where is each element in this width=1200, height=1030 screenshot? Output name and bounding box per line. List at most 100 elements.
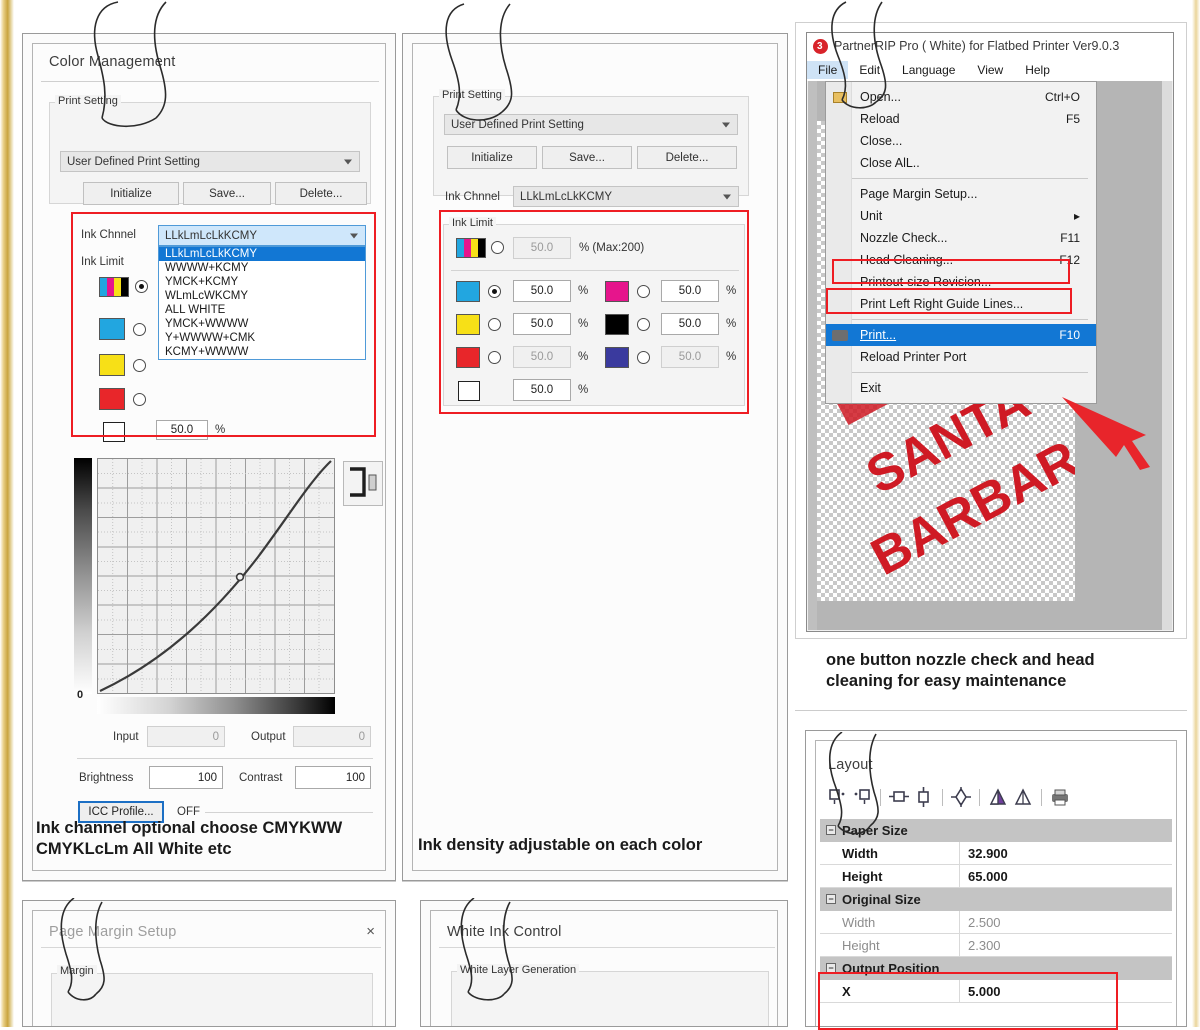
menu-item-reload-printer-port[interactable]: Reload Printer Port [826,346,1096,368]
tone-curve-plot[interactable] [97,458,335,694]
output-label: Output [251,731,286,743]
ink-channel-combo[interactable]: LLkLmLcLkKCMY [158,225,366,246]
menu-item-unit[interactable]: Unit ▸ [826,205,1096,227]
swatch-cyan [99,318,125,340]
ink-channel-value-2: LLkLmLcLkKCMY [520,190,613,203]
menu-item-print-guide-lines[interactable]: Print Left Right Guide Lines... [826,293,1096,315]
section-header-output-position[interactable]: − Output Position [820,957,1172,980]
ruler-left [808,81,817,630]
icc-state-label: OFF [177,806,200,818]
menu-item-nozzle-check[interactable]: Nozzle Check... F11 [826,227,1096,249]
swatch-yellow [99,354,125,376]
composite-limit-field[interactable]: 50.0 [513,237,571,259]
menu-item-close-all[interactable]: Close AlL.. [826,152,1096,174]
menu-item-printout-size-label: Printout-size Revision... [860,275,992,289]
ink-limit-value-white[interactable]: 50.0 [156,420,208,440]
ink-limit-radio-cyan[interactable] [133,323,146,336]
dropdown-option-3[interactable]: WLmLcWKCMY [159,289,365,303]
annotation-scribble-panel3 [831,1,887,109]
menu-item-unit-label: Unit [860,209,883,223]
menu-item-exit[interactable]: Exit [826,377,1096,399]
swatch-white-2 [458,381,480,401]
ink-value-yellow[interactable]: 50.0 [513,313,571,335]
ink-value-white[interactable]: 50.0 [513,379,571,401]
dropdown-option-1[interactable]: WWWW+KCMY [159,261,365,275]
ink-value-blue[interactable]: 50.0 [661,346,719,368]
panel2-caption: Ink density adjustable on each color [418,835,788,856]
dropdown-option-0[interactable]: LLkLmLcLkKCMY [159,247,365,261]
percent-label: % [578,351,589,363]
ink-value-red[interactable]: 50.0 [513,346,571,368]
table-row[interactable]: X 5.000 [820,980,1172,1003]
print-icon[interactable] [1049,786,1071,808]
section-header-original-size-label: Original Size [842,892,921,907]
ink-channel-dropdown-list[interactable]: LLkLmLcLkKCMY WWWW+KCMY YMCK+KCMY WLmLcW… [158,246,366,360]
ink-channel-combo-2[interactable]: LLkLmLcLkKCMY [513,186,739,207]
menu-item-print[interactable]: Print... F10 [826,324,1096,346]
dropdown-option-5[interactable]: YMCK+WWWW [159,317,365,331]
ink-radio-cyan-2[interactable] [488,285,501,298]
menu-item-open-accel: Ctrl+O [1044,90,1080,104]
ink-radio-magenta-2[interactable] [637,285,650,298]
dropdown-option-4[interactable]: ALL WHITE [159,303,365,317]
delete-button-2[interactable]: Delete... [637,146,737,169]
initialize-button[interactable]: Initialize [83,182,179,205]
row-value[interactable]: 5.000 [960,980,1172,1002]
row-value[interactable]: 32.900 [960,842,1172,864]
ink-limit-radio-composite[interactable] [135,280,148,293]
save-button[interactable]: Save... [183,182,271,205]
ink-value-magenta[interactable]: 50.0 [661,280,719,302]
scrollbar-vertical[interactable] [1162,81,1172,630]
center-both-icon[interactable] [950,786,972,808]
menu-item-reload-port-label: Reload Printer Port [860,350,967,364]
printer-icon [832,329,848,341]
contrast-field[interactable]: 100 [295,766,371,789]
ink-limit-radio-red[interactable] [133,393,146,406]
panel1-caption: Ink channel optional choose CMYKWW CMYKL… [36,818,396,860]
panel3-caption-line2: cleaning for easy maintenance [826,672,1067,691]
menu-help[interactable]: Help [1014,61,1061,79]
menu-item-printout-size-revision[interactable]: Printout-size Revision... [826,271,1096,293]
row-value[interactable]: 65.000 [960,865,1172,887]
menu-item-close-label: Close... [860,134,903,148]
table-row[interactable]: Width 2.500 [820,911,1172,934]
swatch-black-2 [605,314,629,335]
menu-item-page-margin-setup[interactable]: Page Margin Setup... [826,183,1096,205]
rotate-icon[interactable] [987,786,1009,808]
ink-radio-red-2[interactable] [488,351,501,364]
section-header-original-size[interactable]: − Original Size [820,888,1172,911]
menu-item-head-cleaning[interactable]: Head Cleaning... F12 [826,249,1096,271]
table-row[interactable]: Width 32.900 [820,842,1172,865]
ink-radio-yellow-2[interactable] [488,318,501,331]
ink-radio-black-2[interactable] [637,318,650,331]
delete-button[interactable]: Delete... [275,182,367,205]
row-value: 2.500 [968,914,1001,930]
brightness-label: Brightness [79,772,134,784]
output-field[interactable]: 0 [293,726,371,747]
close-icon[interactable]: × [366,923,375,940]
ink-limit-label: Ink Limit [81,256,124,268]
menu-view[interactable]: View [966,61,1014,79]
panel1-caption-line1: Ink channel optional choose CMYKWW [36,819,343,837]
percent-label: % [578,384,589,396]
ink-value-black[interactable]: 50.0 [661,313,719,335]
table-row[interactable]: Height 2.300 [820,934,1172,957]
menu-item-close[interactable]: Close... [826,130,1096,152]
menu-item-head-cleaning-accel: F12 [1059,253,1080,267]
dropdown-option-6[interactable]: Y+WWWW+CMK [159,331,365,345]
ink-limit-radio-composite-2[interactable] [491,241,504,254]
ink-limit-radio-yellow[interactable] [133,359,146,372]
ink-radio-blue-2[interactable] [637,351,650,364]
curve-channel-bracket-icon[interactable] [343,461,383,506]
collapse-icon[interactable]: − [826,894,836,904]
collapse-icon[interactable]: − [826,963,836,973]
ink-value-cyan[interactable]: 50.0 [513,280,571,302]
dropdown-option-7[interactable]: KCMY+WWWW [159,345,365,359]
brightness-field[interactable]: 100 [149,766,223,789]
percent-label: % [726,285,737,297]
dropdown-option-2[interactable]: YMCK+KCMY [159,275,365,289]
table-row[interactable]: Height 65.000 [820,865,1172,888]
mirror-icon[interactable] [1012,786,1034,808]
input-field[interactable]: 0 [147,726,225,747]
chevron-down-icon [350,233,358,238]
